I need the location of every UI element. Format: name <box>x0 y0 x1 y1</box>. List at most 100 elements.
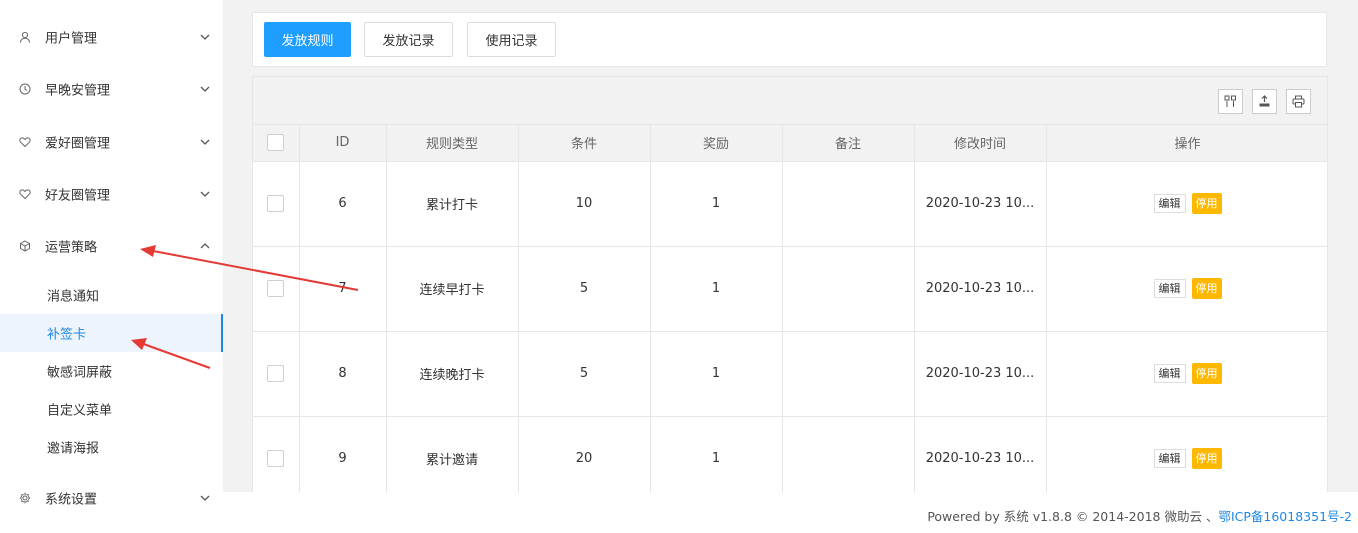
chevron-down-icon <box>199 188 211 200</box>
menu-label: 系统设置 <box>45 492 98 508</box>
cell-reward: 1 <box>650 331 783 417</box>
cell-actions: 编辑 停用 <box>1046 161 1327 247</box>
sidebar: 用户管理 早晚安管理 爱好圈管理 好友圈管理 运营策略 消息通知 补签卡 敏感词… <box>0 0 223 533</box>
disable-button[interactable]: 停用 <box>1191 448 1222 469</box>
edit-button[interactable]: 编辑 <box>1153 449 1186 468</box>
rules-table: ID 规则类型 条件 奖励 备注 修改时间 操作 6 累计打卡 10 1 202… <box>253 125 1327 495</box>
disable-button[interactable]: 停用 <box>1191 363 1222 384</box>
submenu-label: 敏感词屏蔽 <box>47 365 113 381</box>
row-checkbox[interactable] <box>267 280 285 297</box>
header-condition: 条件 <box>518 125 651 162</box>
disable-button[interactable]: 停用 <box>1191 278 1222 299</box>
submenu-label: 邀请海报 <box>47 441 100 457</box>
cell-note <box>782 331 915 417</box>
menu-hobby-circle[interactable]: 爱好圈管理 <box>0 122 223 162</box>
cell-rule-type: 累计打卡 <box>386 161 519 247</box>
submenu-label: 消息通知 <box>47 289 100 305</box>
cell-reward: 1 <box>650 161 783 247</box>
table-row: 6 累计打卡 10 1 2020-10-23 10... 编辑 停用 <box>253 161 1327 247</box>
export-icon[interactable] <box>1252 89 1277 114</box>
submenu-label: 自定义菜单 <box>47 403 113 419</box>
chevron-down-icon <box>199 83 211 95</box>
edit-button[interactable]: 编辑 <box>1153 279 1186 298</box>
chevron-down-icon <box>199 31 211 43</box>
row-checkbox[interactable] <box>267 450 285 467</box>
cell-note <box>782 246 915 332</box>
submenu-message-notify[interactable]: 消息通知 <box>0 276 223 314</box>
rules-table-panel: ID 规则类型 条件 奖励 备注 修改时间 操作 6 累计打卡 10 1 202… <box>252 76 1328 496</box>
cell-actions: 编辑 停用 <box>1046 331 1327 417</box>
header-rule-type: 规则类型 <box>386 125 519 162</box>
chevron-down-icon <box>199 492 211 504</box>
table-toolbar <box>253 77 1327 125</box>
cell-actions: 编辑 停用 <box>1046 416 1327 495</box>
header-actions: 操作 <box>1046 125 1327 162</box>
menu-label: 用户管理 <box>45 31 98 47</box>
submenu-sensitive-words[interactable]: 敏感词屏蔽 <box>0 352 223 390</box>
table-header-row: ID 规则类型 条件 奖励 备注 修改时间 操作 <box>253 125 1327 162</box>
cell-actions: 编辑 停用 <box>1046 246 1327 332</box>
cell-modified-time: 2020-10-23 10... <box>914 161 1047 247</box>
header-id: ID <box>299 125 387 162</box>
icp-link[interactable]: 鄂ICP备16018351号-2 <box>1218 509 1352 524</box>
row-checkbox[interactable] <box>267 365 285 382</box>
submenu-custom-menu[interactable]: 自定义菜单 <box>0 390 223 428</box>
heart-icon <box>19 136 31 148</box>
cell-condition: 5 <box>518 246 651 332</box>
cell-condition: 5 <box>518 331 651 417</box>
select-all-checkbox[interactable] <box>267 134 285 152</box>
submenu-makeup-card[interactable]: 补签卡 <box>0 314 223 352</box>
heart-icon <box>19 188 31 200</box>
main-content: 发放规则 发放记录 使用记录 ID 规则类型 条件 奖励 备注 修改时间 操作 … <box>238 0 1358 533</box>
cell-rule-type: 连续早打卡 <box>386 246 519 332</box>
footer-copyright: Powered by 系统 v1.8.8 © 2014-2018 微助云 、 <box>927 509 1219 524</box>
submenu-invite-poster[interactable]: 邀请海报 <box>0 428 223 466</box>
row-checkbox[interactable] <box>267 195 285 212</box>
header-note: 备注 <box>782 125 915 162</box>
cell-modified-time: 2020-10-23 10... <box>914 416 1047 495</box>
user-icon <box>19 31 31 43</box>
chevron-up-icon <box>199 240 211 252</box>
cell-condition: 10 <box>518 161 651 247</box>
cell-modified-time: 2020-10-23 10... <box>914 331 1047 417</box>
menu-label: 早晚安管理 <box>45 83 111 99</box>
cell-condition: 20 <box>518 416 651 495</box>
cell-modified-time: 2020-10-23 10... <box>914 246 1047 332</box>
menu-label: 爱好圈管理 <box>45 136 111 152</box>
cell-reward: 1 <box>650 246 783 332</box>
print-icon[interactable] <box>1286 89 1311 114</box>
cell-id: 6 <box>299 161 387 247</box>
cube-icon <box>19 240 31 252</box>
header-reward: 奖励 <box>650 125 783 162</box>
menu-user-management[interactable]: 用户管理 <box>0 17 223 57</box>
table-row: 9 累计邀请 20 1 2020-10-23 10... 编辑 停用 <box>253 416 1327 495</box>
tab-issue-rules[interactable]: 发放规则 <box>264 22 351 57</box>
cell-rule-type: 连续晚打卡 <box>386 331 519 417</box>
table-row: 8 连续晚打卡 5 1 2020-10-23 10... 编辑 停用 <box>253 331 1327 417</box>
cell-note <box>782 161 915 247</box>
tab-usage-records[interactable]: 使用记录 <box>467 22 556 57</box>
menu-system-settings[interactable]: 系统设置 <box>0 478 223 518</box>
submenu-label: 补签卡 <box>47 327 87 343</box>
cell-id: 7 <box>299 246 387 332</box>
cell-reward: 1 <box>650 416 783 495</box>
menu-morning-night[interactable]: 早晚安管理 <box>0 69 223 109</box>
tab-issue-records[interactable]: 发放记录 <box>364 22 453 57</box>
disable-button[interactable]: 停用 <box>1191 193 1222 214</box>
menu-operation-strategy[interactable]: 运营策略 <box>0 226 223 266</box>
page-footer: Powered by 系统 v1.8.8 © 2014-2018 微助云 、鄂I… <box>223 492 1358 533</box>
table-row: 7 连续早打卡 5 1 2020-10-23 10... 编辑 停用 <box>253 246 1327 332</box>
menu-label: 好友圈管理 <box>45 188 111 204</box>
header-modified-time: 修改时间 <box>914 125 1047 162</box>
select-all-cell <box>253 125 300 162</box>
footer-text: Powered by 系统 v1.8.8 © 2014-2018 微助云 、鄂I… <box>927 506 1352 525</box>
edit-button[interactable]: 编辑 <box>1153 194 1186 213</box>
menu-friend-circle[interactable]: 好友圈管理 <box>0 174 223 214</box>
tab-toolbar: 发放规则 发放记录 使用记录 <box>252 12 1327 67</box>
edit-button[interactable]: 编辑 <box>1153 364 1186 383</box>
chevron-down-icon <box>199 136 211 148</box>
cell-note <box>782 416 915 495</box>
menu-label: 运营策略 <box>45 240 98 256</box>
columns-icon[interactable] <box>1218 89 1243 114</box>
gear-icon <box>19 492 31 504</box>
